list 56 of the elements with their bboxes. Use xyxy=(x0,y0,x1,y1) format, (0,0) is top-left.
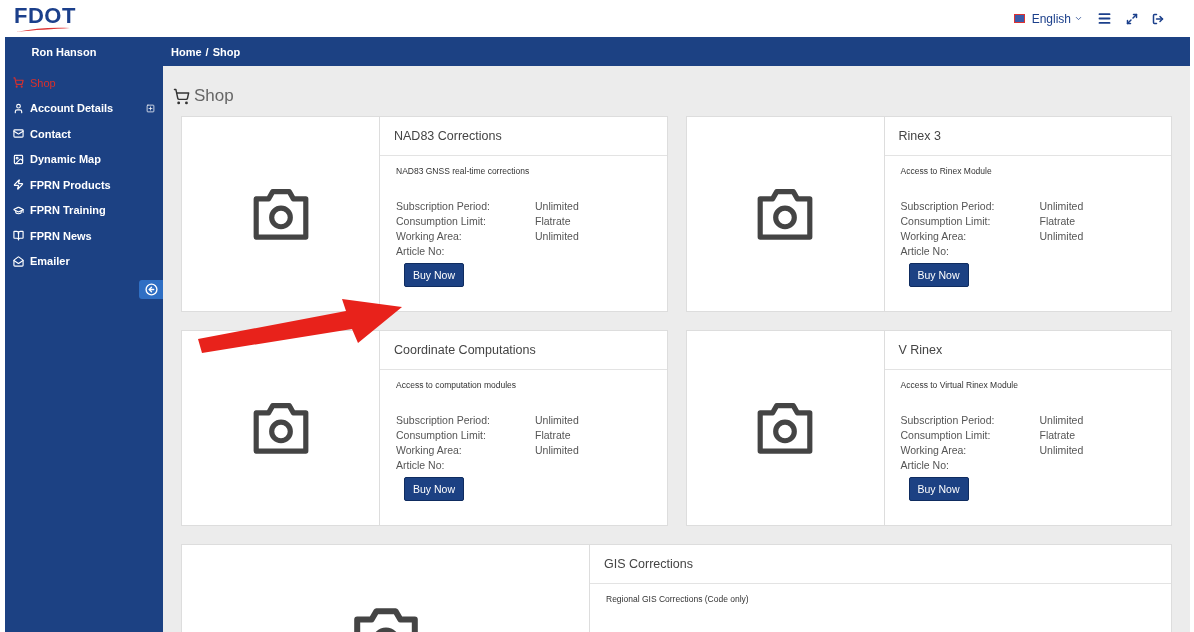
language-selector[interactable]: English xyxy=(1013,11,1083,26)
field-value: Unlimited xyxy=(535,414,580,426)
sidebar-item[interactable]: Emailer xyxy=(5,248,163,274)
product-description: NAD83 GNSS real-time corrections xyxy=(395,165,531,176)
field-label: Working Area: xyxy=(396,444,463,456)
sidebar-item[interactable]: Account Details xyxy=(5,95,163,121)
product-description: Access to Virtual Rinex Module xyxy=(899,379,1019,390)
field-label: Working Area: xyxy=(900,230,968,242)
field-label: Subscription Period: xyxy=(900,414,996,426)
product-description: Access to Rinex Module xyxy=(899,165,993,176)
buy-now-button[interactable]: Buy Now xyxy=(908,477,969,501)
field-label: Subscription Period: xyxy=(396,414,491,426)
field-label: Article No: xyxy=(900,459,950,471)
breadcrumb-separator: / xyxy=(205,45,209,58)
field-label: Consumption Limit: xyxy=(396,429,487,441)
field-value: Unlimited xyxy=(535,230,580,242)
field-label: Consumption Limit: xyxy=(900,429,992,441)
product-description: Access to computation modules xyxy=(395,379,517,390)
user-name: Ron Hanson xyxy=(31,45,97,58)
field-value: Unlimited xyxy=(1039,200,1085,212)
sidebar-item[interactable]: Dynamic Map xyxy=(5,146,163,172)
field-value: Unlimited xyxy=(1039,414,1085,426)
sidebar-item[interactable]: Contact xyxy=(5,121,163,147)
field-value: Unlimited xyxy=(535,444,580,456)
field-value: Unlimited xyxy=(535,200,580,212)
field-value: Flatrate xyxy=(535,429,572,441)
product-description: Regional GIS Corrections (Code only) xyxy=(605,593,750,604)
field-label: Subscription Period: xyxy=(900,200,996,212)
field-value: Unlimited xyxy=(1039,444,1085,456)
field-label: Article No: xyxy=(396,459,446,471)
field-label: Article No: xyxy=(900,245,950,257)
field-label: Working Area: xyxy=(900,444,968,456)
field-value: Flatrate xyxy=(1039,429,1077,441)
field-label: Subscription Period: xyxy=(396,200,491,212)
product-title: Rinex 3 xyxy=(884,117,1171,156)
field-value: Flatrate xyxy=(1039,215,1077,227)
product-title: Coordinate Computations xyxy=(380,331,667,370)
sidebar-item[interactable]: FPRN News xyxy=(5,223,163,249)
breadcrumb-link[interactable]: Home xyxy=(171,45,202,58)
field-label: Working Area: xyxy=(396,230,463,242)
product-title: V Rinex xyxy=(884,331,1171,370)
breadcrumb-link[interactable]: Shop xyxy=(212,45,241,58)
page-title: Shop xyxy=(194,86,234,106)
product-title: GIS Corrections xyxy=(590,545,1171,584)
buy-now-button[interactable]: Buy Now xyxy=(404,263,464,287)
field-label: Consumption Limit: xyxy=(900,215,992,227)
field-label: Article No: xyxy=(396,245,446,257)
buy-now-button[interactable]: Buy Now xyxy=(404,477,464,501)
buy-now-button[interactable]: Buy Now xyxy=(908,263,969,287)
sidebar-item[interactable]: FPRN Training xyxy=(5,197,163,223)
logo[interactable]: FDOT xyxy=(14,4,76,33)
field-value: Unlimited xyxy=(1039,230,1085,242)
field-value: Flatrate xyxy=(535,215,572,227)
sidebar-item[interactable]: FPRN Products xyxy=(5,172,163,198)
field-label: Consumption Limit: xyxy=(396,215,487,227)
product-title: NAD83 Corrections xyxy=(380,117,667,156)
